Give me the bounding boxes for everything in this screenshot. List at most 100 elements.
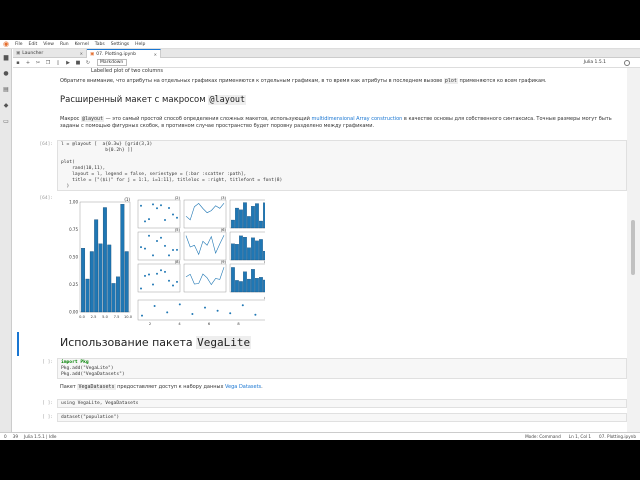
scatter-point	[172, 213, 174, 216]
status-cell-count[interactable]: 39	[13, 434, 18, 439]
tab-launcher[interactable]: ▣ Launcher ✕	[13, 49, 87, 58]
bar	[263, 279, 265, 293]
cell-prompt-out: [64]:	[39, 196, 53, 201]
kernel-name[interactable]: Julia 1.5.1	[584, 60, 606, 65]
vega-datasets-link[interactable]: Vega Datasets	[225, 384, 261, 390]
code-cell-using[interactable]: using VegaLite, VegaDatasets	[57, 399, 627, 408]
y-tick-label: 1.00	[69, 200, 78, 205]
running-icon[interactable]: ●	[0, 65, 12, 81]
left-sidebar: ▆ ● ▤ ◆ ▭	[0, 49, 12, 432]
layout-heading: Расширенный макет с макросом @layout	[60, 95, 247, 105]
series-line	[185, 267, 225, 286]
scatter-point	[191, 313, 194, 315]
bar	[239, 235, 243, 261]
commands-icon[interactable]: ▤	[0, 81, 12, 97]
tab-bar: ▣ Launcher ✕ ▣ 07. Plotting.ipynb ✕	[13, 49, 640, 58]
status-mode-count[interactable]: 0	[4, 434, 7, 439]
status-file: 07. Plotting.ipynb	[599, 434, 636, 439]
run-icon[interactable]: ▶	[63, 60, 73, 66]
notebook-panel[interactable]: Labelled plot of two columns Обратите вн…	[13, 68, 627, 432]
axes-frame	[137, 263, 181, 293]
code-line-6: layout = l, legend = false, seriestype =…	[61, 172, 247, 177]
scatter-point	[176, 248, 178, 251]
code-cell-pkg[interactable]: import Pkg Pkg.add("VegaLite") Pkg.add("…	[57, 358, 627, 379]
bar	[251, 206, 255, 229]
y-tick-label: 0.00	[69, 310, 78, 315]
status-bar: 0 39 Julia 1.5.1 | Idle Mode: Command Ln…	[0, 432, 640, 440]
scatter-point	[176, 216, 178, 219]
x-tick-label: 6	[208, 322, 211, 326]
close-icon[interactable]: ✕	[154, 52, 157, 57]
scatter-point	[241, 304, 244, 307]
code-line-4: plot(	[61, 160, 75, 165]
cell-prompt-using: [ ]:	[42, 401, 53, 406]
menu-file[interactable]: File	[12, 40, 26, 49]
scatter-point	[148, 218, 150, 221]
series-line	[185, 235, 225, 256]
y-tick-label: 0.50	[69, 255, 78, 260]
scatter-point	[144, 274, 146, 277]
scrollbar-thumb[interactable]	[631, 220, 635, 275]
bar	[255, 203, 259, 229]
palette-icon[interactable]: ◆	[0, 97, 12, 113]
tab-notebook[interactable]: ▣ 07. Plotting.ipynb ✕	[87, 49, 161, 58]
jupyter-logo-icon: ◉	[2, 40, 10, 48]
scatter-point	[156, 207, 158, 210]
menu-view[interactable]: View	[40, 40, 57, 49]
top-fragment: Labelled plot of two columns	[91, 68, 164, 74]
paste-icon[interactable]: ▯	[53, 60, 63, 66]
axes-frame	[183, 263, 227, 293]
bar	[263, 202, 265, 229]
scatter-point	[152, 283, 154, 286]
cut-icon[interactable]: ✂	[33, 60, 43, 66]
close-icon[interactable]: ✕	[80, 51, 83, 56]
menu-edit[interactable]: Edit	[26, 40, 41, 49]
add-cell-icon[interactable]: +	[23, 60, 33, 66]
restart-icon[interactable]: ↻	[83, 60, 93, 66]
scatter-point	[156, 272, 158, 275]
cell-prompt-pkg: [ ]:	[42, 360, 53, 365]
bar	[251, 269, 255, 293]
menu-settings[interactable]: Settings	[108, 40, 132, 49]
bar	[98, 243, 103, 313]
tabs-icon[interactable]: ▭	[0, 113, 12, 129]
x-tick-label: 8	[237, 322, 240, 326]
folder-icon[interactable]: ▆	[0, 49, 12, 65]
cell-type-select[interactable]: Markdown	[97, 59, 127, 66]
array-construction-link[interactable]: multidimensional Array construction	[311, 116, 402, 122]
scatter-point	[166, 311, 169, 314]
status-cursor[interactable]: Ln 1, Col 1	[569, 434, 591, 439]
scatter-point	[172, 284, 174, 287]
code-cell-dataset[interactable]: dataset("population")	[57, 413, 627, 422]
status-kernel[interactable]: Julia 1.5.1 | Idle	[24, 434, 56, 439]
menu-help[interactable]: Help	[132, 40, 148, 49]
bar	[251, 237, 255, 261]
bar	[85, 278, 90, 313]
stop-icon[interactable]: ■	[73, 60, 83, 66]
bar	[239, 209, 243, 229]
bar	[231, 243, 235, 261]
jupyterlab-window: ◉ File Edit View Run Kernel Tabs Setting…	[0, 40, 640, 440]
kernel-status-icon	[624, 59, 630, 66]
scatter-point	[140, 246, 142, 249]
cell-prompt-dataset: [ ]:	[42, 415, 53, 420]
scatter-point	[254, 313, 257, 316]
menu-run[interactable]: Run	[57, 40, 72, 49]
save-icon[interactable]: ▪	[13, 60, 23, 66]
scatter-point	[172, 249, 174, 252]
subplot-title: (10)	[264, 259, 265, 264]
vegalite-heading: Использование пакета VegaLite	[60, 336, 252, 349]
bar	[243, 237, 247, 261]
active-cell-indicator	[17, 332, 19, 356]
bar	[231, 219, 235, 229]
copy-icon[interactable]: ❐	[43, 60, 53, 66]
notebook-icon: ▣	[90, 51, 95, 57]
scatter-point	[216, 309, 219, 312]
code-line-8: )	[61, 184, 70, 189]
scatter-point	[152, 254, 154, 257]
code-cell-layout[interactable]: l = @layout [ a{0.3w} [grid(3,3) b{0.2h}…	[57, 140, 627, 191]
bar	[235, 207, 239, 229]
menu-tabs[interactable]: Tabs	[92, 40, 108, 49]
bar	[89, 251, 94, 313]
menu-kernel[interactable]: Kernel	[72, 40, 92, 49]
